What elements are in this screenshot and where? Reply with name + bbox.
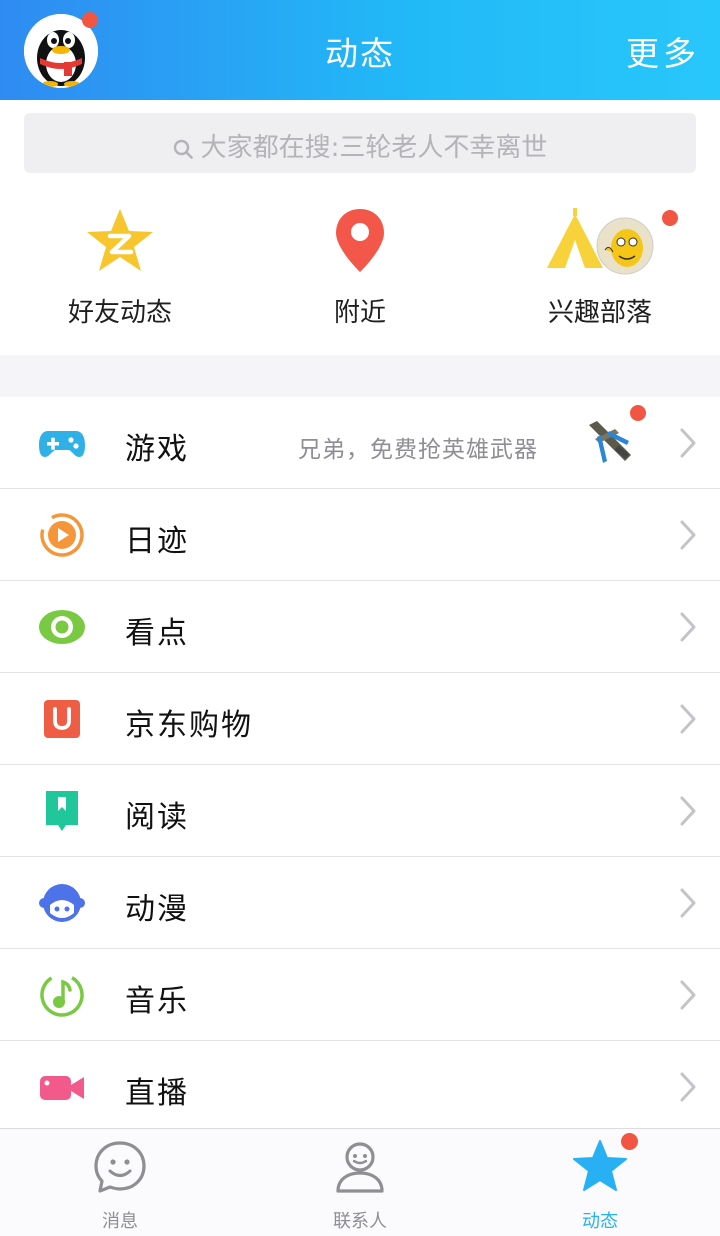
bottom-tab-bar: 消息 联系人 动态 [0, 1128, 720, 1236]
quick-entries: 好友动态 附近 兴趣部落 [0, 190, 720, 355]
person-icon [336, 1142, 384, 1193]
quick-label: 附近 [333, 298, 386, 328]
tribe-tent-icon [547, 208, 654, 275]
list-item-live[interactable]: 直播 [0, 1041, 720, 1133]
list-item-label: 京东购物 [125, 708, 253, 743]
tab-label: 动态 [582, 1211, 618, 1232]
chevron-right-icon [680, 520, 696, 550]
tribe-notification-dot [662, 210, 678, 226]
chevron-right-icon [680, 1072, 696, 1102]
list-item-label: 日迹 [125, 524, 189, 559]
section-divider [0, 355, 720, 397]
list-item-label: 直播 [125, 1076, 189, 1111]
tab-messages[interactable]: 消息 [0, 1139, 240, 1233]
search-bar[interactable]: 大家都在搜:三轮老人不幸离世 [24, 113, 696, 173]
location-pin-icon [336, 209, 384, 272]
avatar-notification-dot [82, 12, 98, 28]
weapon-thumbnail-icon [589, 421, 631, 463]
list-item-label: 游戏 [125, 432, 189, 467]
quick-label: 好友动态 [67, 298, 172, 328]
list-item-game[interactable]: 游戏 兄弟，免费抢英雄武器 [0, 397, 720, 489]
list-item-riji[interactable]: 日迹 [0, 489, 720, 581]
search-placeholder: 大家都在搜:三轮老人不幸离世 [200, 133, 548, 163]
smile-bubble-icon [94, 1141, 146, 1193]
chevron-right-icon [680, 888, 696, 918]
chevron-right-icon [680, 704, 696, 734]
list-item-jd-shopping[interactable]: 京东购物 [0, 673, 720, 765]
feature-list: 游戏 兄弟，免费抢英雄武器 日迹 看点 京东购物 阅读 动漫 音乐 直播 [0, 397, 720, 1133]
bookmark-icon [46, 791, 78, 831]
game-notification-dot [630, 405, 646, 421]
search-icon [173, 139, 193, 159]
tab-feeds[interactable]: 动态 [480, 1139, 720, 1233]
quick-item-nearby[interactable]: 附近 [240, 206, 480, 329]
list-item-kandian[interactable]: 看点 [0, 581, 720, 673]
chevron-right-icon [680, 796, 696, 826]
list-item-label: 音乐 [125, 984, 189, 1019]
chevron-right-icon [680, 612, 696, 642]
list-item-label: 阅读 [125, 800, 189, 835]
quick-item-friend-feeds[interactable]: 好友动态 [0, 206, 240, 329]
eye-icon [39, 610, 85, 644]
qzone-star-icon [87, 209, 153, 271]
chevron-right-icon [680, 428, 696, 458]
list-item-desc: 兄弟，免费抢英雄武器 [298, 437, 538, 463]
list-item-label: 动漫 [125, 892, 189, 927]
video-camera-icon [40, 1076, 84, 1100]
top-bar: 动态 更多 [0, 0, 720, 100]
shopping-bag-icon [44, 700, 80, 738]
tab-label: 联系人 [333, 1211, 387, 1232]
feeds-notification-dot [621, 1133, 638, 1150]
tab-contacts[interactable]: 联系人 [240, 1139, 480, 1233]
page-title: 动态 [325, 34, 395, 73]
quick-item-interest-tribe[interactable]: 兴趣部落 [480, 206, 720, 329]
quick-label: 兴趣部落 [547, 298, 652, 328]
tab-label: 消息 [102, 1211, 138, 1232]
list-item-anime[interactable]: 动漫 [0, 857, 720, 949]
chevron-right-icon [680, 980, 696, 1010]
anime-face-icon [39, 884, 85, 922]
music-note-icon [40, 973, 84, 1017]
gamepad-icon [39, 431, 85, 457]
list-item-label: 看点 [125, 616, 189, 651]
list-item-music[interactable]: 音乐 [0, 949, 720, 1041]
video-ring-icon [40, 513, 84, 557]
more-button[interactable]: 更多 [626, 27, 700, 75]
star-icon [573, 1140, 627, 1191]
list-item-reading[interactable]: 阅读 [0, 765, 720, 857]
